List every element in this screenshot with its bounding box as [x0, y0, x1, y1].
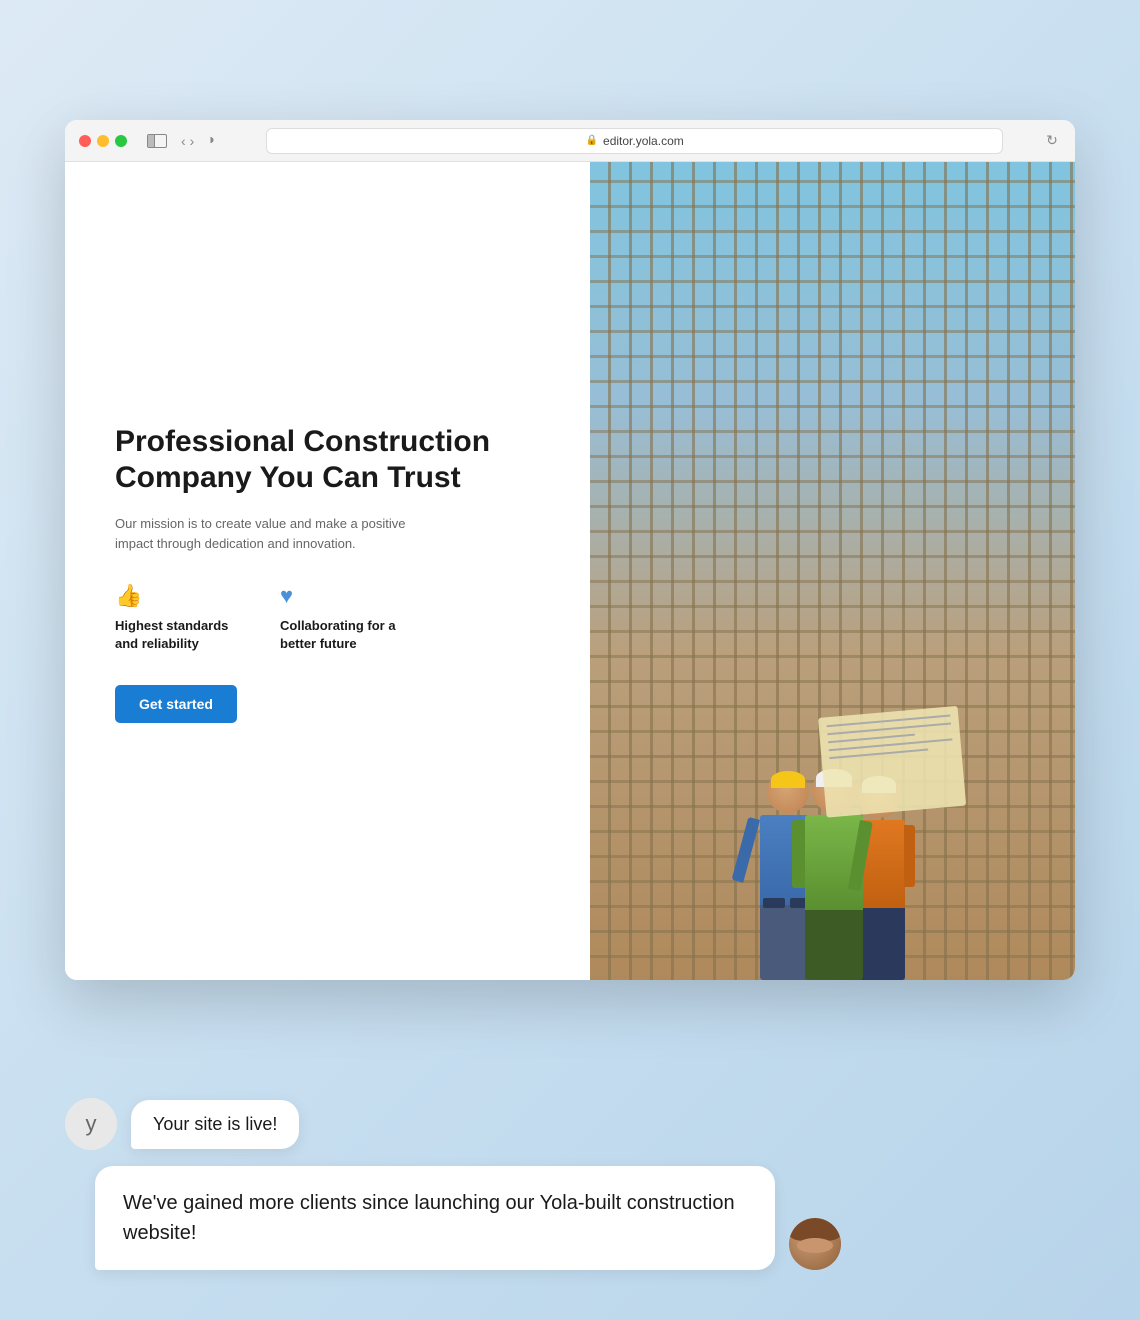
website-content: Professional Construction Company You Ca…: [65, 162, 1075, 980]
forward-button[interactable]: ›: [190, 133, 195, 149]
browser-window: ‹ › ◑ 🔒 editor.yola.com ↻ Professional C…: [65, 120, 1075, 980]
sidebar-toggle-icon[interactable]: [147, 134, 167, 148]
chat-bubble-testimonial: We've gained more clients since launchin…: [65, 1166, 1075, 1270]
feature-item-1: 👍 Highest standards and reliability: [115, 583, 245, 653]
thumbsup-icon: 👍: [115, 583, 245, 609]
back-button[interactable]: ‹: [181, 133, 186, 149]
construction-background: [590, 162, 1075, 980]
workers-group: [590, 326, 1075, 980]
traffic-lights: [79, 135, 127, 147]
chat-message-1: Your site is live!: [131, 1100, 299, 1149]
minimize-button[interactable]: [97, 135, 109, 147]
chat-bubble-site-live: y Your site is live!: [65, 1098, 1075, 1150]
lock-icon: 🔒: [586, 135, 598, 146]
yola-avatar: y: [65, 1098, 117, 1150]
feature2-label: Collaborating for a better future: [280, 617, 410, 653]
hero-title: Professional Construction Company You Ca…: [115, 424, 540, 496]
address-bar[interactable]: 🔒 editor.yola.com: [266, 128, 1003, 154]
get-started-button[interactable]: Get started: [115, 685, 237, 723]
browser-toolbar: ‹ › ◑ 🔒 editor.yola.com ↻: [65, 120, 1075, 162]
hero-subtitle: Our mission is to create value and make …: [115, 514, 435, 556]
feature-item-2: ♥ Collaborating for a better future: [280, 583, 410, 653]
chat-message-2: We've gained more clients since launchin…: [95, 1166, 775, 1270]
heart-icon: ♥: [280, 583, 410, 609]
features-row: 👍 Highest standards and reliability ♥ Co…: [115, 583, 540, 653]
nav-arrows: ‹ ›: [181, 133, 194, 149]
refresh-button[interactable]: ↻: [1043, 132, 1061, 150]
chat-section: y Your site is live! We've gained more c…: [65, 1098, 1075, 1270]
url-text: editor.yola.com: [603, 134, 684, 148]
maximize-button[interactable]: [115, 135, 127, 147]
feature1-label: Highest standards and reliability: [115, 617, 245, 653]
brightness-icon: ◑: [206, 131, 226, 151]
user-avatar: [789, 1218, 841, 1270]
website-hero-left: Professional Construction Company You Ca…: [65, 162, 590, 980]
website-hero-image: [590, 162, 1075, 980]
close-button[interactable]: [79, 135, 91, 147]
